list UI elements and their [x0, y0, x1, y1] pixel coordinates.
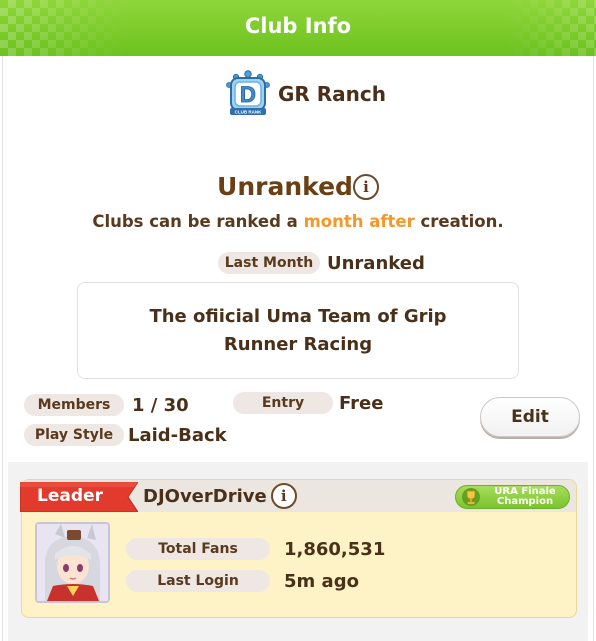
- svg-text:CLUB RANK: CLUB RANK: [235, 110, 262, 115]
- members-label: Members: [24, 394, 124, 416]
- page-title: Club Info: [244, 14, 352, 38]
- rank-note-accent: month after: [303, 212, 415, 231]
- rank-status-text: Unranked: [217, 172, 353, 201]
- header-bar: Club Info: [0, 0, 596, 56]
- rank-note: Clubs can be ranked a month after creati…: [0, 212, 596, 231]
- last-login-value: 5m ago: [284, 570, 359, 592]
- total-fans-label: Total Fans: [126, 538, 270, 560]
- edit-button[interactable]: Edit: [480, 397, 580, 437]
- character-portrait-icon: [37, 524, 108, 601]
- last-login-label: Last Login: [126, 570, 270, 592]
- entry-stat: Entry Free: [233, 392, 383, 414]
- member-avatar[interactable]: [35, 522, 110, 603]
- total-fans-row: Total Fans 1,860,531: [126, 538, 385, 560]
- entry-value: Free: [339, 392, 384, 414]
- entry-label: Entry: [233, 392, 333, 414]
- play-style-stat: Play Style Laid-Back: [24, 424, 227, 446]
- members-stat: Members 1 / 30: [24, 394, 189, 416]
- club-rank-status: Unranked i: [0, 172, 596, 201]
- last-month-row: Last Month Unranked: [218, 252, 425, 274]
- ura-finale-badge: URA Finale Champion: [455, 485, 570, 509]
- club-name: GR Ranch: [278, 82, 387, 106]
- last-login-row: Last Login 5m ago: [126, 570, 359, 592]
- svg-text:D: D: [240, 82, 256, 107]
- members-value: 1 / 30: [132, 394, 189, 416]
- rank-note-text-end: creation.: [414, 212, 504, 231]
- ura-badge-text: URA Finale Champion: [481, 487, 569, 507]
- trophy-icon: [462, 488, 480, 506]
- member-name-row: DJOverDrive i: [143, 482, 297, 510]
- rank-info-icon[interactable]: i: [352, 173, 379, 200]
- member-name: DJOverDrive: [143, 485, 267, 507]
- last-month-label: Last Month: [218, 252, 320, 274]
- leader-role-label: Leader: [37, 486, 103, 506]
- play-style-value: Laid-Back: [128, 424, 227, 446]
- member-info-icon[interactable]: i: [270, 483, 297, 509]
- ura-badge-line2: Champion: [496, 496, 554, 507]
- total-fans-value: 1,860,531: [284, 538, 386, 560]
- last-month-value: Unranked: [327, 252, 425, 274]
- rank-note-text: Clubs can be ranked a: [92, 212, 304, 231]
- club-description: The ofiicial Uma Team of Grip Runner Rac…: [77, 282, 519, 379]
- club-rank-emblem-icon: D CLUB RANK: [226, 70, 270, 115]
- play-style-label: Play Style: [24, 424, 124, 446]
- club-title: D CLUB RANK GR Ranch: [222, 68, 386, 120]
